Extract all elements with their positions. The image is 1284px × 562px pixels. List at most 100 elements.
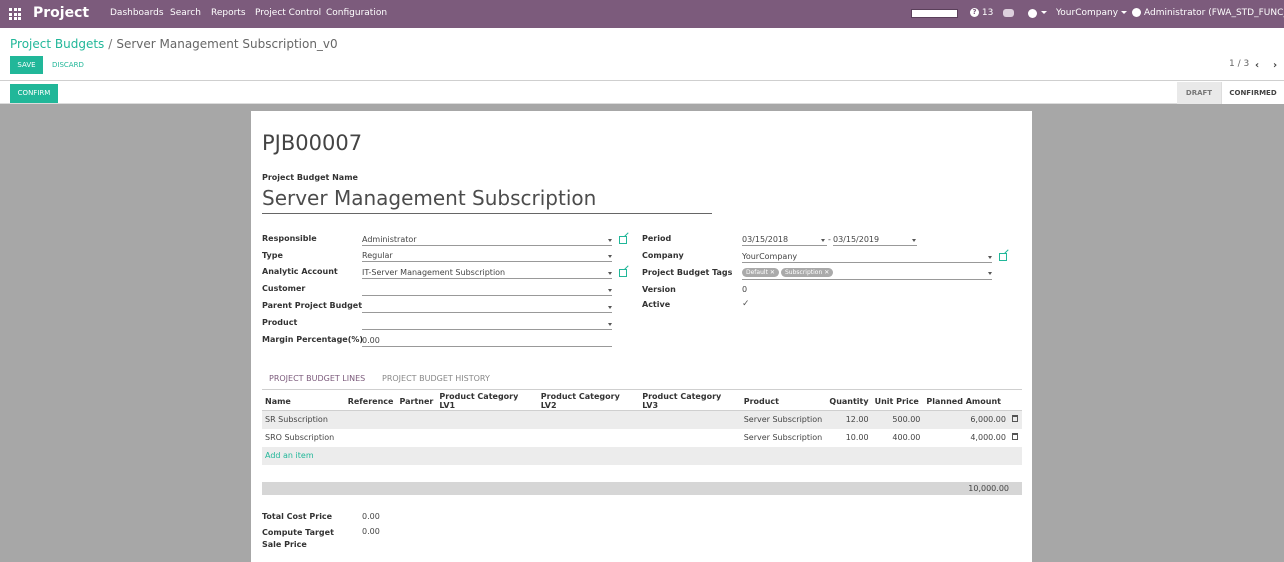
menu-reports[interactable]: Reports [211,8,246,18]
apps-menu-icon[interactable] [9,8,21,20]
column-category-lv1[interactable]: Product Category LV1 [436,392,538,411]
column-name[interactable]: Name [262,392,345,411]
menu-configuration[interactable]: Configuration [326,8,387,18]
company-external-link-icon[interactable] [999,253,1007,261]
period-end-field[interactable]: 03/15/2019 [833,235,879,244]
row-quantity: 10.00 [826,428,872,447]
debug-icon[interactable] [1028,9,1037,18]
analytic-account-field[interactable]: IT-Server Management Subscription [362,268,505,277]
tag-subscription-label: Subscription [785,269,823,276]
pager-value[interactable]: 1 / 3 [1229,59,1249,69]
column-delete [1008,392,1022,411]
trash-icon[interactable] [1011,415,1018,423]
row-unit-price: 400.00 [871,428,924,447]
period-start-field[interactable]: 03/15/2018 [742,235,788,244]
period-start-dropdown-icon[interactable] [821,239,825,242]
column-unit-price[interactable]: Unit Price [871,392,924,411]
save-button[interactable]: SAVE [10,56,43,74]
column-planned-amount[interactable]: Planned Amount [923,392,1009,411]
version-label: Version [642,285,676,294]
responsible-underline [362,245,612,246]
record-code: PJB00007 [262,131,363,155]
stage-confirmed[interactable]: CONFIRMED [1221,82,1284,104]
company-field[interactable]: YourCompany [742,252,797,261]
product-dropdown-icon[interactable] [608,323,612,326]
responsible-label: Responsible [262,234,317,243]
project-budget-name-label: Project Budget Name [262,173,358,182]
tags-dropdown-icon[interactable] [988,272,992,275]
column-product[interactable]: Product [740,392,827,411]
add-item-link[interactable]: Add an item [265,451,314,460]
row-category-lv3 [639,428,741,447]
product-underline [362,329,612,330]
breadcrumb-parent[interactable]: Project Budgets [10,37,104,51]
pager-previous-icon[interactable]: ‹ [1255,60,1259,71]
budget-lines-table: Name Reference Partner Product Category … [262,392,1022,465]
row-partner [396,410,437,429]
column-category-lv2[interactable]: Product Category LV2 [537,392,640,411]
version-field: 0 [742,285,748,294]
column-quantity[interactable]: Quantity [826,392,872,411]
parent-project-budget-dropdown-icon[interactable] [608,306,612,309]
total-cost-price-value: 0.00 [362,512,380,521]
confirm-button[interactable]: CONFIRM [10,84,58,103]
menu-search[interactable]: Search [170,8,201,18]
debug-caret[interactable] [1038,8,1047,18]
tag-default[interactable]: Default ✕ [742,268,779,277]
user-menu[interactable]: Administrator (FWA_STD_FUNC_VT) [1132,8,1284,18]
form-sheet: PJB00007 Project Budget Name Server Mana… [251,111,1032,562]
pager-next-icon[interactable]: › [1273,60,1277,71]
tag-subscription[interactable]: Subscription ✕ [781,268,834,277]
stage-draft[interactable]: DRAFT [1177,82,1221,104]
trash-icon[interactable] [1011,433,1018,440]
chevron-down-icon [1121,11,1128,14]
responsible-dropdown-icon[interactable] [608,239,612,242]
column-partner[interactable]: Partner [396,392,437,411]
customer-dropdown-icon[interactable] [608,289,612,292]
responsible-field[interactable]: Administrator [362,235,417,244]
row-category-lv3 [639,410,741,429]
type-dropdown-icon[interactable] [608,255,612,258]
discard-button[interactable]: DISCARD [52,61,84,69]
type-label: Type [262,251,283,260]
customer-underline [362,295,612,296]
menu-dashboards[interactable]: Dashboards [110,8,164,18]
type-field[interactable]: Regular [362,251,393,260]
row-delete-cell [1008,428,1022,447]
column-category-lv3[interactable]: Product Category LV3 [639,392,741,411]
project-budget-name-field[interactable]: Server Management Subscription [262,186,712,214]
column-reference[interactable]: Reference [344,392,397,411]
active-checkbox[interactable]: ✓ [742,299,750,309]
row-reference [344,428,397,447]
period-label: Period [642,234,672,243]
activity-progress[interactable] [911,9,958,18]
analytic-account-dropdown-icon[interactable] [608,272,612,275]
responsible-external-link-icon[interactable] [619,236,627,244]
tab-project-budget-history[interactable]: PROJECT BUDGET HISTORY [382,374,490,383]
breadcrumb-current: Server Management Subscription_v0 [116,37,338,51]
margin-percentage-underline [362,346,612,347]
tab-project-budget-lines[interactable]: PROJECT BUDGET LINES [269,374,366,384]
row-delete-cell [1008,410,1022,429]
chat-icon[interactable] [1003,9,1014,17]
table-row[interactable]: SRO Subscription Server Subscription 10.… [262,428,1022,447]
top-navbar: Project Dashboards Search Reports Projec… [0,0,1284,28]
margin-percentage-field[interactable]: 0.00 [362,336,380,345]
row-name: SRO Subscription [262,428,345,447]
statusbar: CONFIRM DRAFT CONFIRMED [0,82,1284,104]
margin-percentage-label: Margin Percentage(%) [262,335,364,344]
company-name: YourCompany [1056,8,1119,18]
period-end-dropdown-icon[interactable] [912,239,916,242]
menu-project-control[interactable]: Project Control [255,8,321,18]
messages-indicator[interactable]: ? 13 [970,8,993,18]
product-label: Product [262,318,298,327]
period-end-underline [833,245,917,246]
customer-label: Customer [262,284,306,293]
app-name[interactable]: Project [33,5,89,21]
analytic-account-external-link-icon[interactable] [619,269,627,277]
table-row[interactable]: SR Subscription Server Subscription 12.0… [262,410,1022,429]
add-item-row: Add an item [262,446,1022,465]
company-switcher[interactable]: YourCompany [1056,8,1128,18]
notebook-tabs: PROJECT BUDGET LINES PROJECT BUDGET HIST… [262,368,1022,390]
company-dropdown-icon[interactable] [988,256,992,259]
